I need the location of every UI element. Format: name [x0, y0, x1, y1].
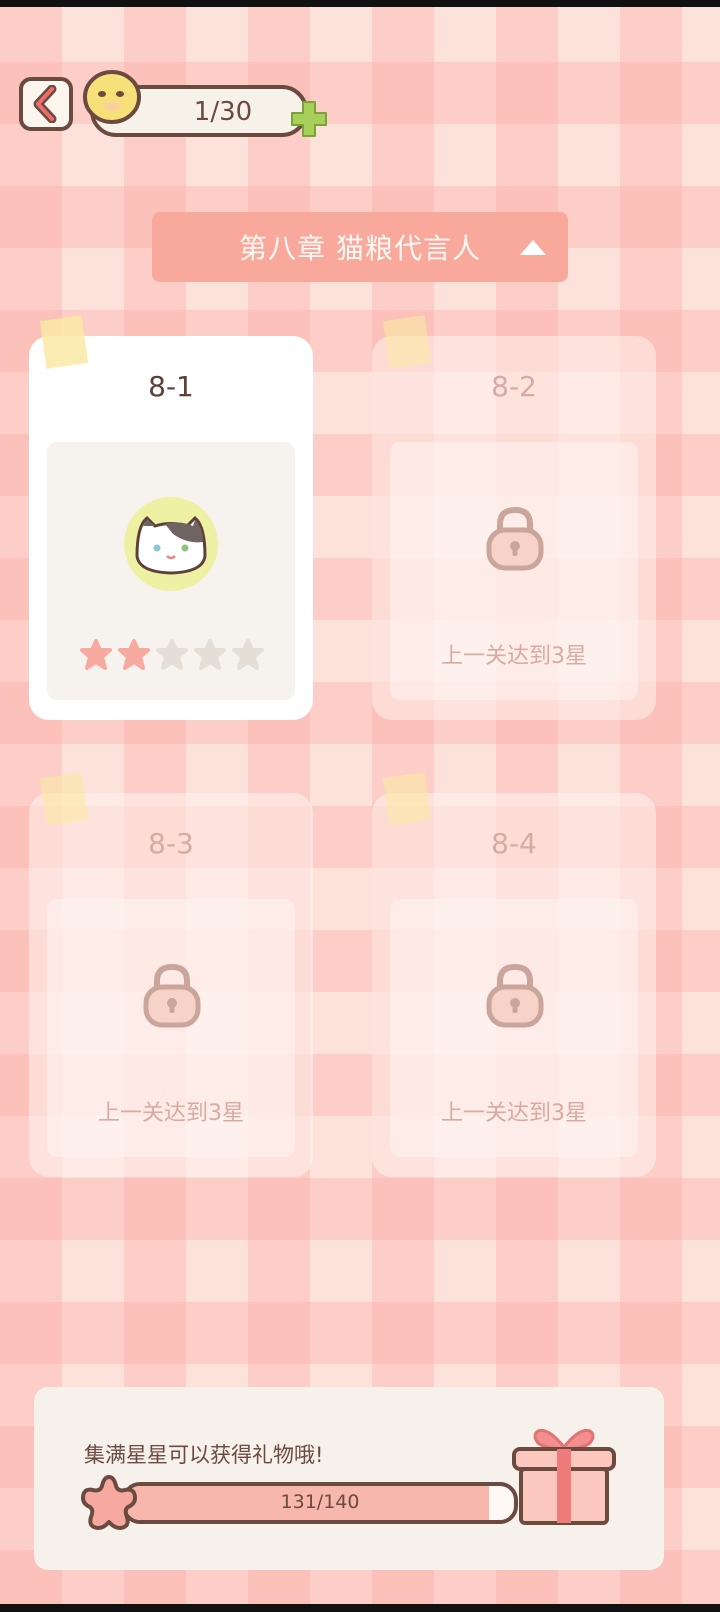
tape-decoration [39, 772, 89, 826]
level-content: 上一关达到3星 [390, 442, 638, 700]
lock-icon [486, 506, 544, 571]
energy-count: 1/30 [193, 97, 253, 127]
tape-decoration [382, 315, 432, 369]
reward-message: 集满星星可以获得礼物哦! [84, 1443, 324, 1467]
chapter-title: 第八章 猫粮代言人 [239, 232, 481, 265]
unlock-hint: 上一关达到3星 [98, 1101, 244, 1126]
level-card-8-1[interactable]: 8-1 [29, 315, 313, 720]
star-rating [79, 638, 265, 672]
level-card-8-4[interactable]: 8-4 上一关达到3星 [372, 772, 656, 1177]
cat-avatar-icon [124, 497, 218, 591]
tape-decoration [382, 772, 432, 826]
level-title: 8-1 [148, 370, 194, 403]
level-content: 上一关达到3星 [47, 899, 295, 1157]
unlock-hint: 上一关达到3星 [441, 644, 587, 669]
star-icon [81, 1475, 137, 1530]
level-title: 8-3 [148, 827, 194, 860]
star-icon [194, 639, 226, 670]
tape-decoration [39, 315, 89, 369]
level-card-8-3[interactable]: 8-3 上一关达到3星 [29, 772, 313, 1177]
star-progress-bar: 131/140 [122, 1482, 518, 1524]
status-bar-strip [0, 0, 720, 7]
chapter-selector[interactable]: 第八章 猫粮代言人 [152, 212, 568, 282]
chevron-left-icon [33, 85, 57, 123]
progress-text: 131/140 [280, 1491, 360, 1513]
level-title: 8-4 [491, 827, 537, 860]
caret-up-icon [520, 240, 546, 255]
lock-icon [486, 963, 544, 1028]
nav-bar-strip [0, 1604, 720, 1612]
level-content: 上一关达到3星 [390, 899, 638, 1157]
smiley-coin-icon [83, 70, 141, 124]
lock-icon [143, 963, 201, 1028]
gift-box-icon[interactable] [508, 1421, 620, 1529]
plus-icon[interactable] [288, 98, 330, 140]
unlock-hint: 上一关达到3星 [441, 1101, 587, 1126]
level-card-8-2[interactable]: 8-2 上一关达到3星 [372, 315, 656, 720]
level-content [47, 442, 295, 700]
star-reward-panel: 集满星星可以获得礼物哦! 131/140 [34, 1387, 664, 1570]
star-icon [80, 639, 112, 670]
star-icon [156, 639, 188, 670]
star-icon [232, 639, 264, 670]
level-title: 8-2 [491, 370, 537, 403]
back-button[interactable] [19, 77, 73, 131]
star-icon [118, 639, 150, 670]
